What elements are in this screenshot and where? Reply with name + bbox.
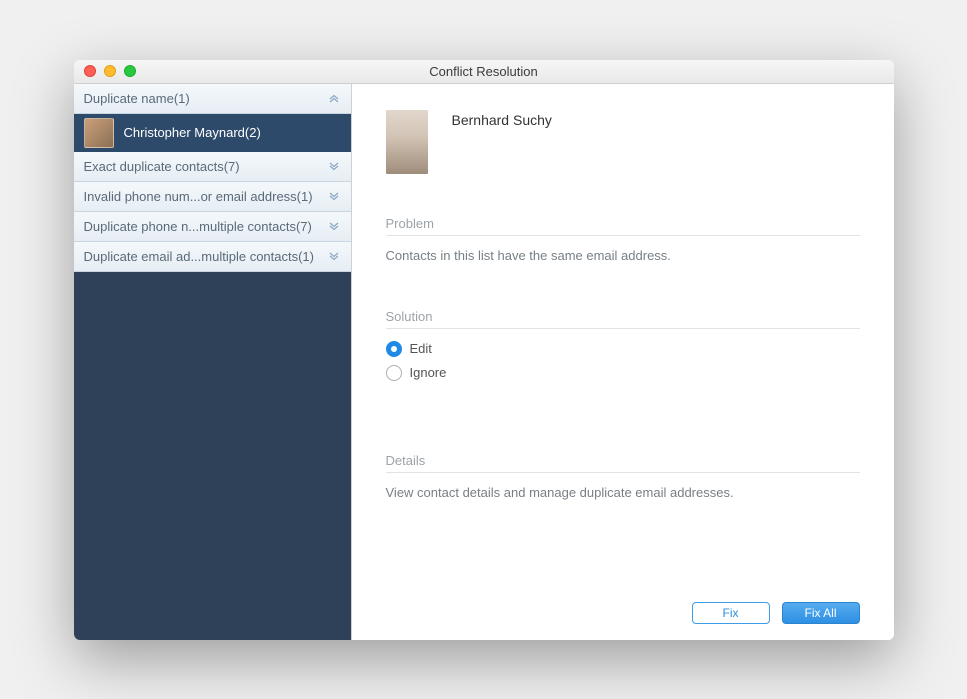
details-text: View contact details and manage duplicat…	[386, 485, 860, 500]
divider	[386, 328, 860, 329]
sidebar-category-label: Invalid phone num...or email address(1)	[84, 189, 313, 204]
fix-button[interactable]: Fix	[692, 602, 770, 624]
contact-avatar	[386, 110, 428, 174]
footer: Fix Fix All	[386, 588, 860, 624]
titlebar[interactable]: Conflict Resolution	[74, 60, 894, 84]
sidebar-category-invalid-phone[interactable]: Invalid phone num...or email address(1)	[74, 182, 351, 212]
sidebar-category-label: Duplicate phone n...multiple contacts(7)	[84, 219, 312, 234]
contact-name: Bernhard Suchy	[452, 110, 552, 128]
chevron-down-icon	[327, 159, 341, 173]
sidebar-category-duplicate-name[interactable]: Duplicate name(1)	[74, 84, 351, 114]
problem-text: Contacts in this list have the same emai…	[386, 248, 860, 263]
sidebar-category-label: Duplicate email ad...multiple contacts(1…	[84, 249, 315, 264]
solution-label: Solution	[386, 309, 860, 324]
sidebar-category-duplicate-email[interactable]: Duplicate email ad...multiple contacts(1…	[74, 242, 351, 272]
conflict-resolution-window: Conflict Resolution Duplicate name(1) Ch…	[74, 60, 894, 640]
sidebar-item-label: Christopher Maynard(2)	[124, 125, 261, 140]
contact-header: Bernhard Suchy	[386, 110, 860, 174]
sidebar-item-christopher-maynard[interactable]: Christopher Maynard(2)	[74, 114, 351, 152]
minimize-icon[interactable]	[104, 65, 116, 77]
solution-option-label: Edit	[410, 341, 432, 356]
sidebar-category-label: Duplicate name(1)	[84, 91, 190, 106]
maximize-icon[interactable]	[124, 65, 136, 77]
window-body: Duplicate name(1) Christopher Maynard(2)…	[74, 84, 894, 640]
solution-option-edit[interactable]: Edit	[386, 341, 860, 357]
sidebar-category-exact-duplicate[interactable]: Exact duplicate contacts(7)	[74, 152, 351, 182]
sidebar: Duplicate name(1) Christopher Maynard(2)…	[74, 84, 352, 640]
radio-checked-icon	[386, 341, 402, 357]
details-label: Details	[386, 453, 860, 468]
sidebar-category-duplicate-phone[interactable]: Duplicate phone n...multiple contacts(7)	[74, 212, 351, 242]
divider	[386, 235, 860, 236]
chevron-down-icon	[327, 249, 341, 263]
fix-all-button[interactable]: Fix All	[782, 602, 860, 624]
solution-option-label: Ignore	[410, 365, 447, 380]
problem-label: Problem	[386, 216, 860, 231]
radio-unchecked-icon	[386, 365, 402, 381]
main-panel: Bernhard Suchy Problem Contacts in this …	[352, 84, 894, 640]
chevron-up-icon	[327, 91, 341, 105]
chevron-down-icon	[327, 189, 341, 203]
solution-options: Edit Ignore	[386, 341, 860, 381]
divider	[386, 472, 860, 473]
sidebar-category-label: Exact duplicate contacts(7)	[84, 159, 240, 174]
window-title: Conflict Resolution	[74, 64, 894, 79]
chevron-down-icon	[327, 219, 341, 233]
avatar	[84, 118, 114, 148]
solution-option-ignore[interactable]: Ignore	[386, 365, 860, 381]
close-icon[interactable]	[84, 65, 96, 77]
traffic-lights	[74, 65, 136, 77]
